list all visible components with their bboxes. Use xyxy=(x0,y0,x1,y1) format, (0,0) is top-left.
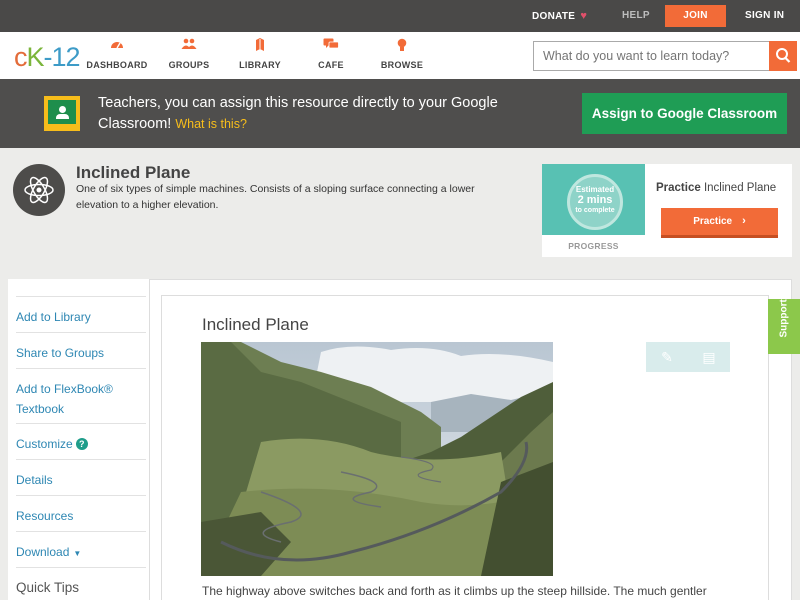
assign-to-google-classroom-button[interactable]: Assign to Google Classroom xyxy=(582,93,787,134)
article-title: Inclined Plane xyxy=(202,315,309,334)
sidebar-item-download[interactable]: Download ▼ xyxy=(16,531,146,564)
caret-down-icon: ▼ xyxy=(73,549,82,558)
support-tab[interactable]: Support xyxy=(768,299,800,354)
heart-icon: ♥ xyxy=(580,10,588,22)
atom-icon xyxy=(13,164,65,216)
sidebar: Add to Library Share to Groups Add to Fl… xyxy=(8,279,150,600)
concept-description: One of six types of simple machines. Con… xyxy=(76,183,475,211)
help-link[interactable]: HELP xyxy=(622,0,650,32)
sidebar-item-share-to-groups[interactable]: Share to Groups xyxy=(16,332,146,363)
nav-library[interactable]: LIBRARY xyxy=(224,38,296,70)
nav-dashboard[interactable]: DASHBOARD xyxy=(81,38,153,70)
practice-card: Estimated 2 mins to complete PROGRESS Pr… xyxy=(542,164,792,257)
sidebar-item-details[interactable]: Details xyxy=(16,459,146,490)
banner-message: Teachers, you can assign this resource d… xyxy=(98,95,498,132)
nav-cafe[interactable]: CAFE xyxy=(295,38,367,70)
search-button[interactable] xyxy=(769,41,797,71)
concept-title: Inclined Plane xyxy=(76,163,191,182)
browse-icon xyxy=(366,38,438,54)
annotation-toolbar: ✎ ▤ xyxy=(646,342,730,372)
progress-graphic: Estimated 2 mins to complete xyxy=(542,164,645,235)
ck12-logo[interactable]: cK-12 xyxy=(14,42,81,73)
main-nav: cK-12 DASHBOARD GROUPS LIBRARY CAFE BROW… xyxy=(0,32,800,79)
search-icon xyxy=(776,48,791,63)
chevron-right-icon: › xyxy=(742,215,746,227)
sidebar-item-add-to-flexbook[interactable]: Add to FlexBook® Textbook xyxy=(16,368,146,419)
mountain-highway-photo xyxy=(201,342,553,576)
practice-button[interactable]: Practice › xyxy=(661,208,778,238)
nav-browse[interactable]: BROWSE xyxy=(366,38,438,70)
search-input[interactable] xyxy=(533,41,770,71)
google-classroom-icon xyxy=(44,96,80,131)
top-utility-bar: DONATE ♥ HELP JOIN SIGN IN xyxy=(0,0,800,32)
sign-in-link[interactable]: SIGN IN xyxy=(745,0,784,32)
sidebar-item-customize[interactable]: Customize? xyxy=(16,423,146,454)
what-is-this-link[interactable]: What is this? xyxy=(175,117,247,131)
join-button[interactable]: JOIN xyxy=(665,5,726,27)
dashboard-icon xyxy=(81,38,153,54)
pencil-icon[interactable]: ✎ xyxy=(646,342,688,372)
notes-icon[interactable]: ▤ xyxy=(688,342,730,372)
article-caption: The highway above switches back and fort… xyxy=(202,584,707,598)
help-icon[interactable]: ? xyxy=(75,438,88,450)
donate-link[interactable]: DONATE ♥ xyxy=(532,0,587,32)
sidebar-item-resources[interactable]: Resources xyxy=(16,495,146,526)
groups-icon xyxy=(153,38,225,54)
cafe-icon xyxy=(295,38,367,54)
sidebar-item-add-to-library[interactable]: Add to Library xyxy=(16,296,146,327)
donate-label: DONATE xyxy=(532,11,576,22)
sidebar-item-quick-tips[interactable]: Quick Tips xyxy=(16,567,146,598)
estimate-ring: Estimated 2 mins to complete xyxy=(567,174,623,230)
practice-title: Practice Inclined Plane xyxy=(656,182,777,194)
progress-label: PROGRESS xyxy=(568,241,619,251)
nav-groups[interactable]: GROUPS xyxy=(153,38,225,70)
library-icon xyxy=(224,38,296,54)
